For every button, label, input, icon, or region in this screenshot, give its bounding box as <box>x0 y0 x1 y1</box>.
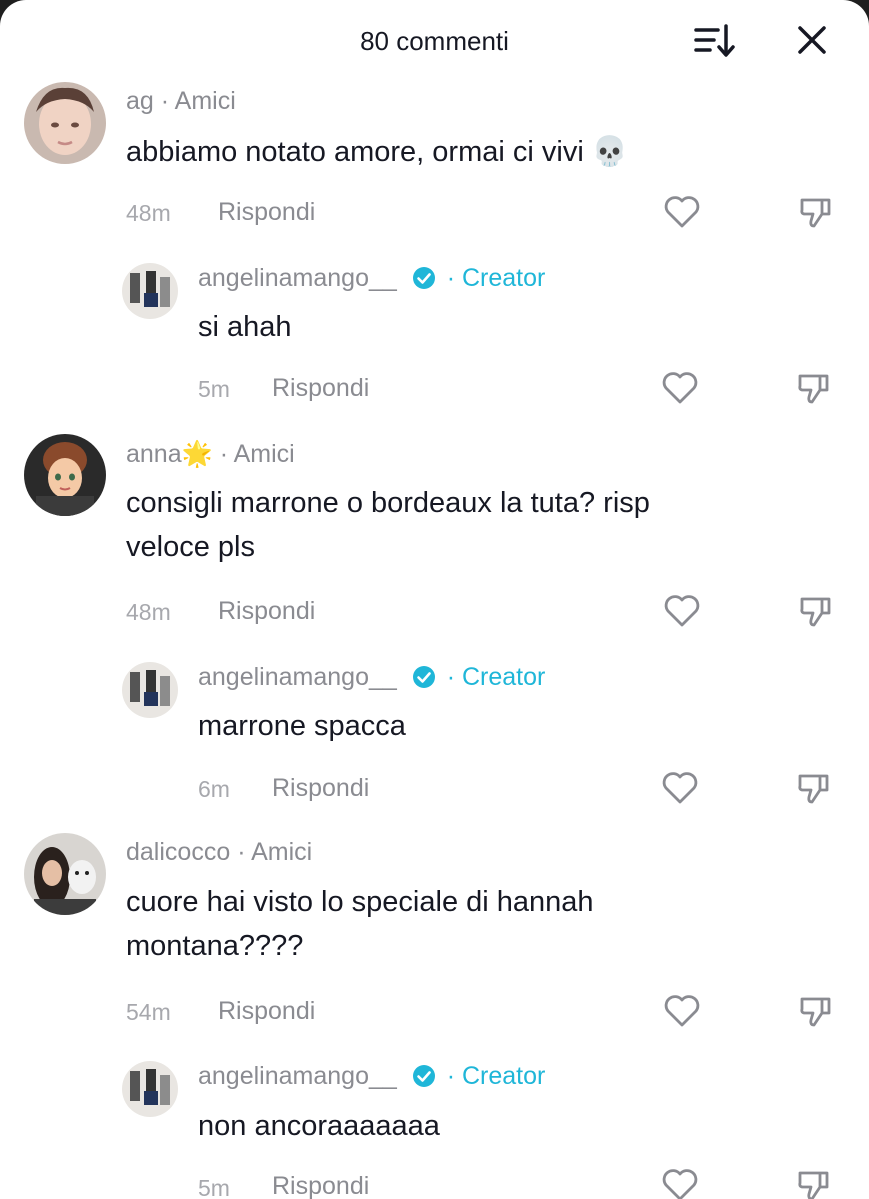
heart-icon[interactable] <box>660 1165 700 1199</box>
separator-dot: · <box>446 264 462 292</box>
verified-badge-icon <box>412 1064 436 1095</box>
reply-meta: angelinamango__ · Creator <box>198 264 545 297</box>
dislike-icon[interactable] <box>796 591 836 631</box>
comments-sheet: 80 commenti ag · Amici abbiamo notato am… <box>0 0 869 1199</box>
comment-meta: ag · Amici <box>126 87 236 116</box>
reply-username[interactable]: angelinamango__ <box>198 663 397 691</box>
friend-badge: Amici <box>174 87 236 115</box>
separator-dot: · <box>160 87 175 115</box>
separator-dot: · <box>446 663 462 691</box>
sort-icon[interactable] <box>692 20 736 64</box>
avatar[interactable] <box>24 82 106 164</box>
reply-button[interactable]: Rispondi <box>218 198 315 227</box>
dislike-icon[interactable] <box>796 192 836 232</box>
reply-text: si ahah <box>198 311 292 343</box>
reply-button[interactable]: Rispondi <box>218 997 315 1026</box>
creator-badge: Creator <box>461 264 546 292</box>
separator-dot: · <box>237 838 252 866</box>
creator-avatar[interactable] <box>122 662 178 718</box>
heart-icon[interactable] <box>662 591 702 631</box>
comments-header: 80 commenti <box>0 0 869 80</box>
comment-meta: dalicocco · Amici <box>126 838 312 867</box>
comment-username[interactable]: dalicocco <box>126 838 230 866</box>
creator-avatar[interactable] <box>122 1061 178 1117</box>
close-icon[interactable] <box>792 20 832 60</box>
reply-meta: angelinamango__ · Creator <box>198 1062 545 1095</box>
friend-badge: Amici <box>233 440 295 468</box>
comment-username[interactable]: anna <box>126 440 182 468</box>
comment-text-content: abbiamo notato amore, ormai ci vivi <box>126 136 584 168</box>
reply-text: marrone spacca <box>198 710 406 742</box>
comments-count-title: 80 commenti <box>360 26 509 56</box>
star-emoji: 🌟 <box>181 440 213 468</box>
reply-button[interactable]: Rispondi <box>272 1172 369 1199</box>
reply-username[interactable]: angelinamango__ <box>198 264 397 292</box>
separator-dot: · <box>219 440 234 468</box>
avatar[interactable] <box>24 833 106 915</box>
comment-text-line: veloce pls <box>126 531 255 563</box>
comment-text-line: montana???? <box>126 930 304 962</box>
reply-button[interactable]: Rispondi <box>218 597 315 626</box>
dislike-icon[interactable] <box>794 1165 834 1199</box>
reply-time: 6m <box>198 776 230 802</box>
heart-icon[interactable] <box>662 192 702 232</box>
comment-time: 48m <box>126 599 171 625</box>
verified-badge-icon <box>412 665 436 696</box>
comment-text: cuore hai visto lo speciale di hannah mo… <box>126 880 806 968</box>
dislike-icon[interactable] <box>796 991 836 1031</box>
heart-icon[interactable] <box>660 368 700 408</box>
friend-badge: Amici <box>251 838 313 866</box>
comment-text: consigli marrone o bordeaux la tuta? ris… <box>126 481 806 569</box>
reply-username[interactable]: angelinamango__ <box>198 1062 397 1090</box>
reply-meta: angelinamango__ · Creator <box>198 663 545 696</box>
creator-avatar[interactable] <box>122 263 178 319</box>
reply-text: non ancoraaaaaaa <box>198 1110 440 1142</box>
reply-button[interactable]: Rispondi <box>272 374 369 403</box>
reply-time: 5m <box>198 1175 230 1199</box>
reply-time: 5m <box>198 376 230 402</box>
heart-icon[interactable] <box>660 768 700 808</box>
heart-icon[interactable] <box>662 991 702 1031</box>
dislike-icon[interactable] <box>794 368 834 408</box>
comment-username[interactable]: ag <box>126 87 154 115</box>
verified-badge-icon <box>412 266 436 297</box>
dislike-icon[interactable] <box>794 768 834 808</box>
skull-emoji: 💀 <box>591 136 628 168</box>
avatar[interactable] <box>24 434 106 516</box>
comment-time: 48m <box>126 200 171 226</box>
comment-text-line: cuore hai visto lo speciale di hannah <box>126 886 594 918</box>
separator-dot: · <box>446 1062 462 1090</box>
comment-text: abbiamo notato amore, ormai ci vivi 💀 <box>126 130 628 174</box>
comment-text-line: consigli marrone o bordeaux la tuta? ris… <box>126 487 650 519</box>
reply-button[interactable]: Rispondi <box>272 774 369 803</box>
comment-time: 54m <box>126 999 171 1025</box>
creator-badge: Creator <box>461 663 546 691</box>
creator-badge: Creator <box>461 1062 546 1090</box>
comment-meta: anna🌟 · Amici <box>126 440 295 469</box>
